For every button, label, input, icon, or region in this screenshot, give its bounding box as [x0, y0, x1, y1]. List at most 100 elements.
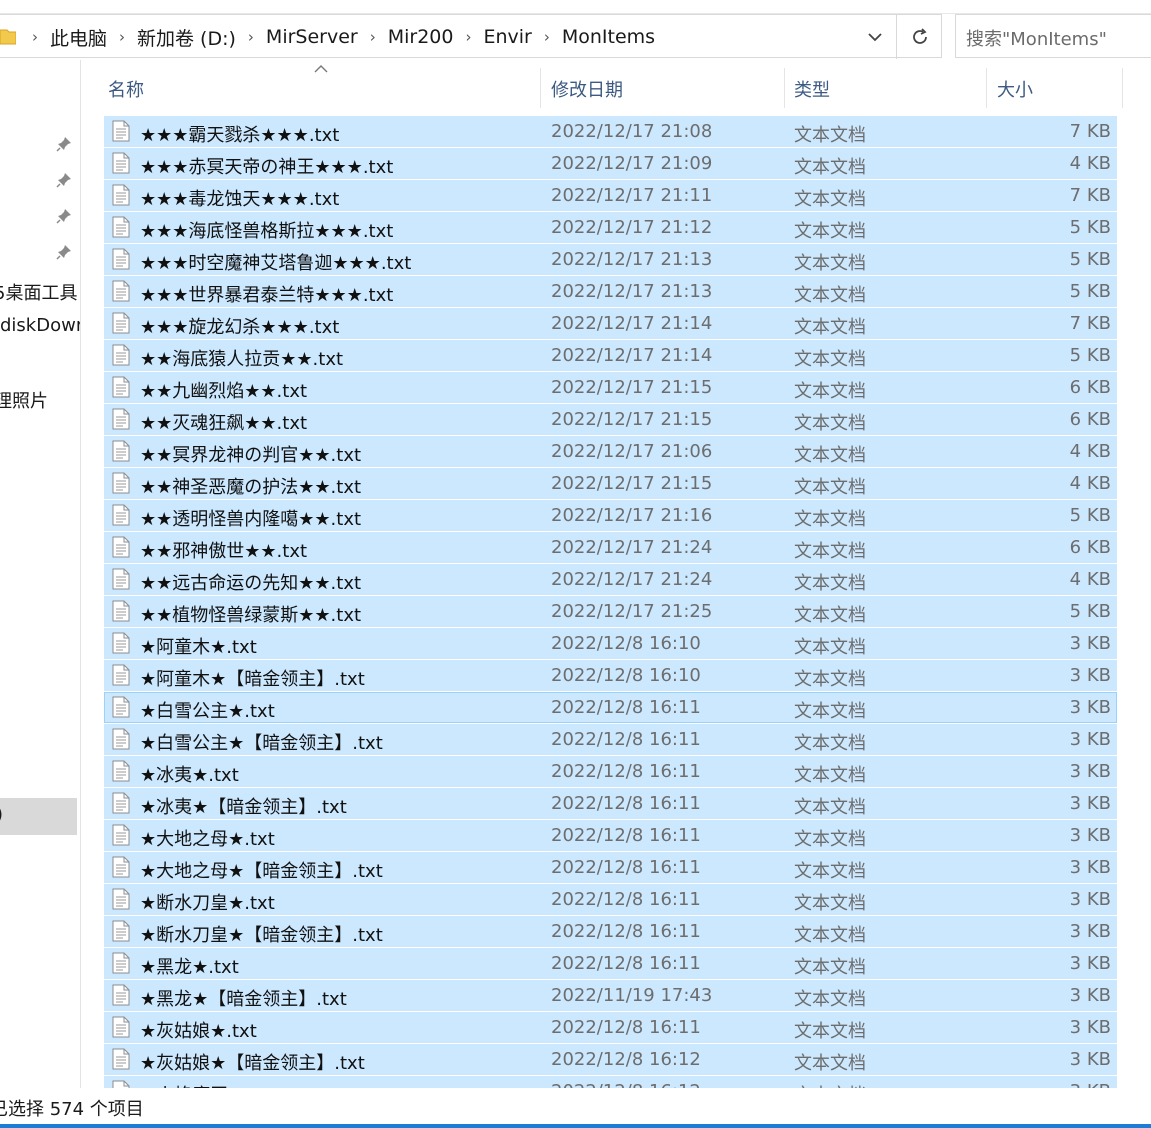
file-row[interactable]: ★黑龙★.txt 2022/12/8 16:11 文本文档 3 KB — [104, 948, 1117, 980]
file-row[interactable]: ★★★旋龙幻杀★★★.txt 2022/12/17 21:14 文本文档 7 KB — [104, 308, 1117, 340]
file-row[interactable]: ★★植物怪兽绿蒙斯★★.txt 2022/12/17 21:25 文本文档 5 KB — [104, 596, 1117, 628]
search-placeholder: 搜索"MonItems" — [966, 29, 1107, 50]
file-row[interactable]: ★灰姑娘★.txt 2022/12/8 16:11 文本文档 3 KB — [104, 1012, 1117, 1044]
breadcrumb-drive-d[interactable]: 新加卷 (D:) — [133, 24, 240, 51]
file-size: 7 KB — [1069, 313, 1111, 334]
file-type: 文本文档 — [794, 669, 866, 690]
file-row[interactable]: ★★★世界暴君泰兰特★★★.txt 2022/12/17 21:13 文本文档 5 K… — [104, 276, 1117, 308]
file-row[interactable]: ★★灭魂狂飙★★.txt 2022/12/17 21:15 文本文档 6 KB — [104, 404, 1117, 436]
breadcrumb-mirserver[interactable]: MirServer — [262, 26, 362, 48]
file-size: 3 KB — [1069, 793, 1111, 814]
file-row[interactable]: ★★海底猿人拉贡★★.txt 2022/12/17 21:14 文本文档 5 KB — [104, 340, 1117, 372]
file-type: 文本文档 — [794, 349, 866, 370]
nav-item-diskdownload[interactable]: diskDowr — [0, 315, 80, 336]
file-size: 4 KB — [1069, 473, 1111, 494]
column-header-size[interactable]: 大小 — [997, 76, 1033, 102]
breadcrumb-this-pc[interactable]: 此电脑 — [46, 24, 111, 51]
file-name: ★★海底猿人拉贡★★.txt — [140, 349, 344, 370]
file-size: 5 KB — [1069, 281, 1111, 302]
chevron-right-icon[interactable]: › — [111, 28, 133, 46]
file-row[interactable]: ★★★霸天戮杀★★★.txt 2022/12/17 21:08 文本文档 7 KB — [104, 116, 1117, 148]
file-row[interactable]: ★★神圣恶魔の护法★★.txt 2022/12/17 21:15 文本文档 4 KB — [104, 468, 1117, 500]
file-name: ★★植物怪兽绿蒙斯★★.txt — [140, 605, 362, 626]
chevron-right-icon[interactable]: › — [536, 28, 558, 46]
file-size: 6 KB — [1069, 537, 1111, 558]
pin-icon[interactable] — [56, 172, 72, 188]
column-divider[interactable] — [1122, 68, 1123, 108]
column-divider[interactable] — [784, 68, 785, 108]
chevron-right-icon[interactable]: › — [24, 28, 46, 46]
file-row[interactable]: ★★★海底怪兽格斯拉★★★.txt 2022/12/17 21:12 文本文档 5 K… — [104, 212, 1117, 244]
file-name: ★断水刀皇★.txt — [140, 893, 275, 914]
file-row[interactable]: ★★冥界龙神の判官★★.txt 2022/12/17 21:06 文本文档 4 KB — [104, 436, 1117, 468]
text-file-icon — [112, 632, 130, 654]
column-header-bar: 名称 修改日期 类型 大小 — [100, 60, 1151, 116]
text-file-icon — [112, 984, 130, 1006]
file-name: ★冰夷★【暗金领主】.txt — [140, 797, 347, 818]
search-input[interactable]: 搜索"MonItems" — [955, 14, 1151, 58]
chevron-right-icon[interactable]: › — [362, 28, 384, 46]
nav-item-selected[interactable]: ) — [0, 798, 77, 835]
file-row[interactable]: ★★透明怪兽内隆噶★★.txt 2022/12/17 21:16 文本文档 5 KB — [104, 500, 1117, 532]
file-row[interactable]: ★★九幽烈焰★★.txt 2022/12/17 21:15 文本文档 6 KB — [104, 372, 1117, 404]
column-header-type[interactable]: 类型 — [794, 76, 830, 102]
file-modified-date: 2022/12/17 21:14 — [551, 313, 713, 334]
file-row[interactable]: ★★★赤冥天帝の神王★★★.txt 2022/12/17 21:09 文本文档 4 K… — [104, 148, 1117, 180]
file-row[interactable]: ★冰夷★【暗金领主】.txt 2022/12/8 16:11 文本文档 3 KB — [104, 788, 1117, 820]
file-size: 3 KB — [1069, 1017, 1111, 1038]
breadcrumb: › 此电脑 › 新加卷 (D:) › MirServer › Mir200 › … — [24, 15, 659, 59]
file-name: ★黑龙★.txt — [140, 957, 239, 978]
file-row[interactable]: ★★远古命运の先知★★.txt 2022/12/17 21:24 文本文档 4 KB — [104, 564, 1117, 596]
file-name: ★火焰魔王★.txt — [140, 1081, 275, 1088]
file-row[interactable]: ★★邪神傲世★★.txt 2022/12/17 21:24 文本文档 6 KB — [104, 532, 1117, 564]
file-size: 5 KB — [1069, 217, 1111, 238]
file-row[interactable]: ★大地之母★.txt 2022/12/8 16:11 文本文档 3 KB — [104, 820, 1117, 852]
nav-item-photos[interactable]: 理照片 — [0, 387, 48, 413]
pin-icon[interactable] — [56, 208, 72, 224]
file-list[interactable]: ★★★霸天戮杀★★★.txt 2022/12/17 21:08 文本文档 7 KB ★★… — [104, 116, 1117, 1088]
text-file-icon — [112, 440, 130, 462]
text-file-icon — [112, 536, 130, 558]
text-file-icon — [112, 760, 130, 782]
file-row[interactable]: ★断水刀皇★【暗金领主】.txt 2022/12/8 16:11 文本文档 3 KB — [104, 916, 1117, 948]
column-divider[interactable] — [540, 68, 541, 108]
refresh-button[interactable] — [896, 15, 943, 59]
address-history-dropdown[interactable] — [856, 15, 894, 59]
file-modified-date: 2022/12/17 21:09 — [551, 153, 713, 174]
column-header-name[interactable]: 名称 — [108, 76, 144, 102]
breadcrumb-envir[interactable]: Envir — [479, 26, 535, 48]
pin-icon[interactable] — [56, 136, 72, 152]
file-row[interactable]: ★白雪公主★.txt 2022/12/8 16:11 文本文档 3 KB — [104, 692, 1117, 724]
pin-icon[interactable] — [56, 244, 72, 260]
file-type: 文本文档 — [794, 157, 866, 178]
chevron-right-icon[interactable]: › — [457, 28, 479, 46]
file-row[interactable]: ★白雪公主★【暗金领主】.txt 2022/12/8 16:11 文本文档 3 KB — [104, 724, 1117, 756]
file-modified-date: 2022/12/8 16:12 — [551, 1081, 701, 1088]
nav-item-desktop-tools[interactable]: 5桌面工具 — [0, 279, 77, 305]
file-type: 文本文档 — [794, 765, 866, 786]
file-row[interactable]: ★大地之母★【暗金领主】.txt 2022/12/8 16:11 文本文档 3 KB — [104, 852, 1117, 884]
file-row[interactable]: ★冰夷★.txt 2022/12/8 16:11 文本文档 3 KB — [104, 756, 1117, 788]
breadcrumb-monitems[interactable]: MonItems — [558, 26, 659, 48]
file-row[interactable]: ★阿童木★【暗金领主】.txt 2022/12/8 16:10 文本文档 3 KB — [104, 660, 1117, 692]
column-divider[interactable] — [986, 68, 987, 108]
chevron-right-icon[interactable]: › — [240, 28, 262, 46]
file-row[interactable]: ★★★毒龙蚀天★★★.txt 2022/12/17 21:11 文本文档 7 KB — [104, 180, 1117, 212]
file-row[interactable]: ★灰姑娘★【暗金领主】.txt 2022/12/8 16:12 文本文档 3 KB — [104, 1044, 1117, 1076]
file-name: ★白雪公主★【暗金领主】.txt — [140, 733, 383, 754]
breadcrumb-mir200[interactable]: Mir200 — [384, 26, 458, 48]
file-row[interactable]: ★阿童木★.txt 2022/12/8 16:10 文本文档 3 KB — [104, 628, 1117, 660]
text-file-icon — [112, 856, 130, 878]
address-bar[interactable]: › 此电脑 › 新加卷 (D:) › MirServer › Mir200 › … — [0, 14, 943, 59]
text-file-icon — [112, 184, 130, 206]
file-size: 4 KB — [1069, 441, 1111, 462]
file-size: 6 KB — [1069, 409, 1111, 430]
column-header-date[interactable]: 修改日期 — [551, 76, 623, 102]
file-type: 文本文档 — [794, 797, 866, 818]
file-type: 文本文档 — [794, 413, 866, 434]
file-row[interactable]: ★火焰魔王★.txt 2022/12/8 16:12 文本文档 3 KB — [104, 1076, 1117, 1088]
file-row[interactable]: ★断水刀皇★.txt 2022/12/8 16:11 文本文档 3 KB — [104, 884, 1117, 916]
file-row[interactable]: ★黑龙★【暗金领主】.txt 2022/11/19 17:43 文本文档 3 KB — [104, 980, 1117, 1012]
text-file-icon — [112, 216, 130, 238]
file-row[interactable]: ★★★时空魔神艾塔鲁迦★★★.txt 2022/12/17 21:13 文本文档 5 … — [104, 244, 1117, 276]
